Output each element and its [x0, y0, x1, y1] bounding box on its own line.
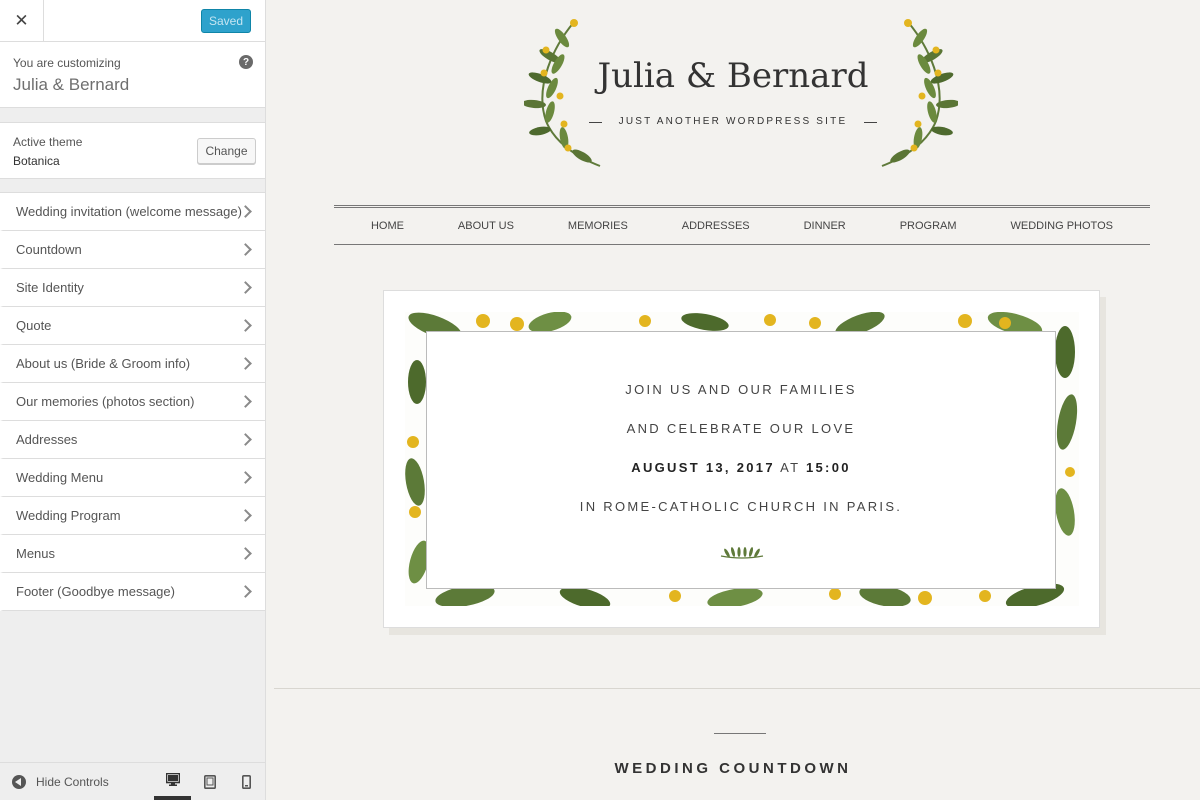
customizer-section-list: Wedding invitation (welcome message) Coun… — [0, 193, 265, 611]
device-tablet-button[interactable] — [191, 763, 228, 800]
countdown-title: WEDDING COUNTDOWN — [614, 760, 852, 777]
section-label: Wedding Menu — [16, 470, 104, 485]
countdown-rule — [714, 733, 766, 734]
invitation-text-panel: JOIN US AND OUR FAMILIES AND CELEBRATE O… — [426, 331, 1056, 589]
customizer-section[interactable]: Footer (Goodbye message) — [0, 573, 265, 611]
customizing-info: You are customizing Julia & Bernard ? — [0, 42, 265, 108]
tablet-icon — [203, 774, 216, 789]
panel-gap — [0, 179, 265, 193]
nav-item[interactable]: WEDDING PHOTOS — [1011, 220, 1113, 232]
chevron-right-icon — [239, 547, 252, 560]
section-label: Wedding Program — [16, 508, 121, 523]
primary-navigation: HOME ABOUT US MEMORIES ADDRESSES DINNER PROGR… — [334, 205, 1150, 245]
site-preview: Julia & Bernard JUST ANOTHER WORDPRESS S… — [266, 0, 1200, 800]
customizer-section[interactable]: Wedding Program — [0, 497, 265, 535]
close-icon: ✕ — [14, 10, 29, 30]
section-label: Wedding invitation (welcome message) — [16, 204, 242, 219]
nav-item[interactable]: MEMORIES — [568, 220, 628, 232]
hide-controls-label: Hide Controls — [36, 775, 109, 789]
section-divider — [274, 688, 1200, 689]
section-label: Countdown — [16, 242, 82, 257]
site-title[interactable]: Julia & Bernard — [266, 56, 1200, 96]
customizer-section[interactable]: Menus — [0, 535, 265, 573]
chevron-right-icon — [239, 319, 252, 332]
customizer-section[interactable]: Addresses — [0, 421, 265, 459]
section-label: Menus — [16, 546, 56, 561]
invitation-date-line: AUGUST 13, 2017 AT 15:00 — [427, 460, 1055, 475]
nav-item[interactable]: ADDRESSES — [682, 220, 750, 232]
device-desktop-button[interactable] — [154, 763, 191, 800]
section-label: Site Identity — [16, 280, 84, 295]
customizer-section[interactable]: Our memories (photos section) — [0, 383, 265, 421]
invitation-date: AUGUST 13, 2017 — [631, 460, 775, 475]
chevron-right-icon — [239, 281, 252, 294]
chevron-right-icon — [239, 585, 252, 598]
desktop-icon — [165, 773, 180, 786]
section-label: Footer (Goodbye message) — [16, 584, 175, 599]
saved-button[interactable]: Saved — [201, 9, 251, 33]
nav-item[interactable]: DINNER — [804, 220, 846, 232]
tagline-wrap: JUST ANOTHER WORDPRESS SITE — [266, 111, 1200, 129]
customizer-sidebar: ✕ Saved You are customizing Julia & Bern… — [0, 0, 266, 800]
chevron-right-icon — [239, 509, 252, 522]
laurel-wreath-right-icon — [881, 19, 958, 167]
customizer-section[interactable]: Quote — [0, 307, 265, 345]
section-label: Addresses — [16, 432, 78, 447]
site-tagline: JUST ANOTHER WORDPRESS SITE — [603, 116, 864, 127]
customizer-section[interactable]: Countdown — [0, 231, 265, 269]
chevron-right-icon — [239, 395, 252, 408]
floral-frame: JOIN US AND OUR FAMILIES AND CELEBRATE O… — [405, 312, 1079, 606]
nav-item[interactable]: PROGRAM — [900, 220, 957, 232]
invitation-card: JOIN US AND OUR FAMILIES AND CELEBRATE O… — [383, 290, 1100, 628]
collapse-arrow-icon — [12, 775, 26, 789]
customizer-header: ✕ Saved — [0, 0, 265, 42]
invitation-line-1: JOIN US AND OUR FAMILIES — [625, 382, 857, 397]
hide-controls-button[interactable]: Hide Controls — [12, 775, 109, 789]
chevron-right-icon — [239, 471, 252, 484]
customizer-section[interactable]: Wedding Menu — [0, 459, 265, 497]
nav-item[interactable]: HOME — [371, 220, 404, 232]
customizing-label: You are customizing — [13, 56, 121, 70]
chevron-right-icon — [239, 243, 252, 256]
customizer-section[interactable]: About us (Bride & Groom info) — [0, 345, 265, 383]
close-button[interactable]: ✕ — [0, 0, 44, 41]
invitation-time: 15:00 — [806, 460, 851, 475]
customizer-section[interactable]: Site Identity — [0, 269, 265, 307]
customizing-site-name: Julia & Bernard — [13, 75, 130, 94]
customizer-section[interactable]: Wedding invitation (welcome message) — [0, 193, 265, 231]
mobile-icon — [242, 774, 251, 789]
sprig-ornament-icon — [720, 547, 764, 559]
site-header: Julia & Bernard JUST ANOTHER WORDPRESS S… — [266, 0, 1200, 180]
change-theme-button[interactable]: Change — [197, 138, 256, 164]
invitation-line-2: AND CELEBRATE OUR LOVE — [626, 421, 856, 436]
device-mobile-button[interactable] — [228, 763, 265, 800]
customizer-footer: Hide Controls — [0, 762, 265, 800]
invitation-at: AT — [780, 460, 801, 475]
chevron-right-icon — [239, 433, 252, 446]
nav-item[interactable]: ABOUT US — [458, 220, 514, 232]
invitation-line-4: IN ROME-CATHOLIC CHURCH IN PARIS. — [579, 499, 903, 514]
nav-list: HOME ABOUT US MEMORIES ADDRESSES DINNER PROGR… — [334, 208, 1150, 244]
section-label: Quote — [16, 318, 52, 333]
panel-gap — [0, 108, 265, 123]
section-label: Our memories (photos section) — [16, 394, 195, 409]
help-icon[interactable]: ? — [239, 55, 253, 69]
chevron-right-icon — [239, 357, 252, 370]
section-label: About us (Bride & Groom info) — [16, 356, 191, 371]
active-theme-panel: Active theme Botanica Change — [0, 123, 265, 179]
